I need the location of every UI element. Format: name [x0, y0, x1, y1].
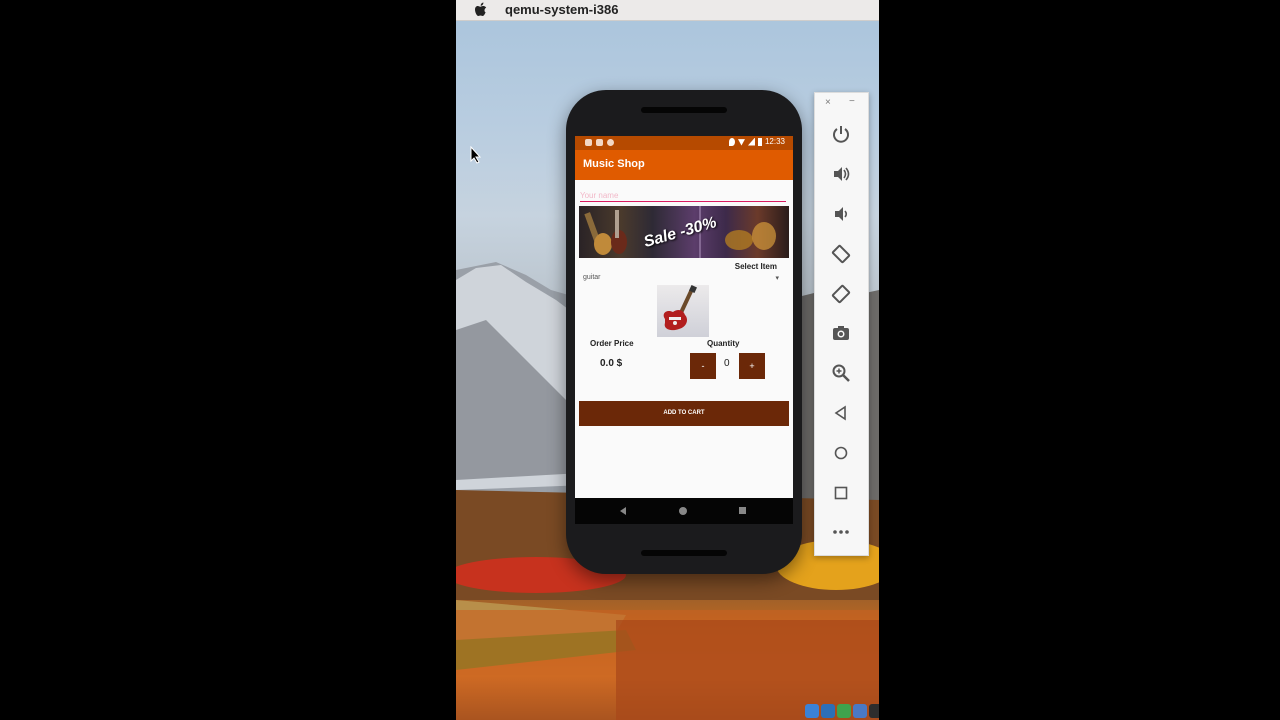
decrease-quantity-button[interactable]: -: [690, 353, 716, 379]
app-title: Music Shop: [583, 158, 645, 170]
rotate-right-icon: [831, 284, 851, 304]
app-bar: Music Shop: [575, 150, 793, 180]
volume-down-button[interactable]: [830, 203, 852, 225]
item-spinner-value: guitar: [583, 274, 601, 281]
menubar-app-title[interactable]: qemu-system-i386: [505, 2, 618, 17]
settings-notification-icon: [585, 139, 592, 146]
volume-down-icon: [835, 207, 848, 221]
increase-quantity-button[interactable]: +: [739, 353, 765, 379]
storage-notification-icon: [596, 139, 603, 146]
overview-icon: [834, 486, 848, 500]
location-icon: [728, 137, 735, 146]
quantity-label: Quantity: [707, 339, 740, 348]
app-icon[interactable]: [869, 704, 879, 718]
battery-icon: [757, 137, 762, 146]
select-item-label: Select Item: [734, 262, 777, 271]
app-icon[interactable]: [821, 704, 835, 718]
camera-icon: [833, 326, 849, 340]
nav-home-icon[interactable]: [679, 507, 687, 515]
power-icon: [833, 126, 849, 143]
finder-icon[interactable]: [805, 704, 819, 718]
product-image: [657, 285, 709, 337]
order-price-value: 0.0 $: [600, 358, 623, 369]
app-icon[interactable]: [837, 704, 851, 718]
more-icon: [833, 530, 849, 534]
app-icon[interactable]: [853, 704, 867, 718]
dock-icons: [805, 704, 879, 718]
guitar-image: [663, 285, 697, 331]
volume-up-icon: [834, 167, 850, 181]
back-icon: [834, 405, 846, 421]
android-status-bar: 12:33: [575, 136, 793, 150]
nav-recents-icon[interactable]: [739, 507, 746, 514]
phone-screen: 12:33 Music Shop Sale -30% Select Item g…: [575, 136, 793, 524]
sale-banner-image: Sale -30%: [579, 206, 789, 258]
zoom-button[interactable]: [830, 362, 852, 384]
rotate-right-button[interactable]: [830, 283, 852, 305]
home-button[interactable]: [830, 442, 852, 464]
volume-up-button[interactable]: [830, 163, 852, 185]
phone-speaker: [641, 550, 727, 556]
screenshot-button[interactable]: [830, 322, 852, 344]
android-emulator-phone: 12:33 Music Shop Sale -30% Select Item g…: [566, 90, 802, 574]
phone-speaker: [641, 107, 727, 113]
more-button[interactable]: [830, 521, 852, 543]
android-navigation-bar: [575, 498, 793, 524]
signal-icon: [747, 137, 755, 146]
emulator-close-button[interactable]: ×: [825, 97, 831, 108]
back-button[interactable]: [830, 402, 852, 424]
home-icon: [834, 446, 848, 460]
mouse-cursor-icon: [470, 146, 482, 164]
power-button[interactable]: [830, 123, 852, 145]
name-input[interactable]: [580, 189, 786, 202]
dropdown-caret-icon: ▾: [775, 275, 779, 282]
add-to-cart-button[interactable]: ADD TO CART: [579, 401, 789, 426]
quantity-value: 0: [724, 358, 730, 369]
apple-icon[interactable]: [474, 2, 488, 18]
emulator-toolbar: × −: [814, 92, 869, 556]
notification-icon: [607, 139, 614, 146]
item-spinner[interactable]: guitar ▾: [583, 274, 779, 284]
zoom-icon: [832, 364, 850, 382]
order-price-label: Order Price: [590, 339, 634, 348]
rotate-left-icon: [831, 244, 851, 264]
wifi-icon: [737, 139, 745, 146]
overview-button[interactable]: [830, 482, 852, 504]
emulator-minimize-button[interactable]: −: [849, 96, 855, 107]
status-time: 12:33: [764, 137, 785, 146]
nav-back-icon[interactable]: [620, 507, 626, 515]
rotate-left-button[interactable]: [830, 243, 852, 265]
macos-menubar: qemu-system-i386: [456, 0, 879, 21]
